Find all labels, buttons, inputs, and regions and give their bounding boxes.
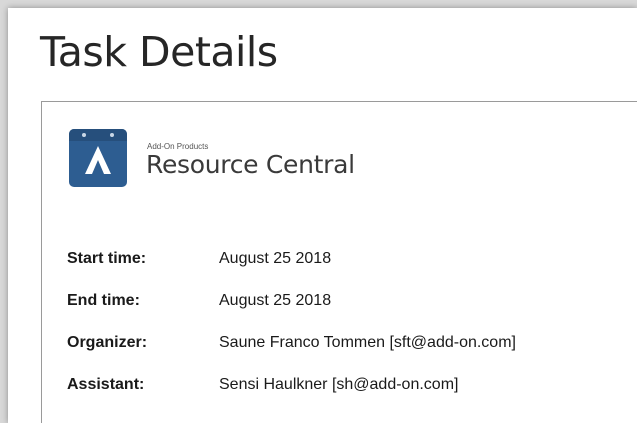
resource-central-logo-icon bbox=[69, 129, 127, 187]
task-details-window: Task Details Add-On Products Resource Ce… bbox=[8, 8, 637, 423]
logo-a-glyph-icon bbox=[85, 146, 111, 174]
page-title: Task Details bbox=[40, 28, 278, 76]
brand-name: Resource Central bbox=[146, 150, 355, 179]
detail-value: Sensi Haulkner [sh@add-on.com] bbox=[219, 376, 459, 393]
task-details-card: Add-On Products Resource Central Start t… bbox=[41, 101, 637, 423]
detail-label: Assistant: bbox=[67, 376, 145, 393]
detail-value: Saune Franco Tommen [sft@add-on.com] bbox=[219, 334, 516, 351]
detail-label: Start time: bbox=[67, 250, 147, 267]
detail-value: August 25 2018 bbox=[219, 250, 332, 267]
detail-value: August 25 2018 bbox=[219, 292, 332, 309]
detail-label: Organizer: bbox=[67, 334, 148, 351]
detail-label: End time: bbox=[67, 292, 140, 309]
